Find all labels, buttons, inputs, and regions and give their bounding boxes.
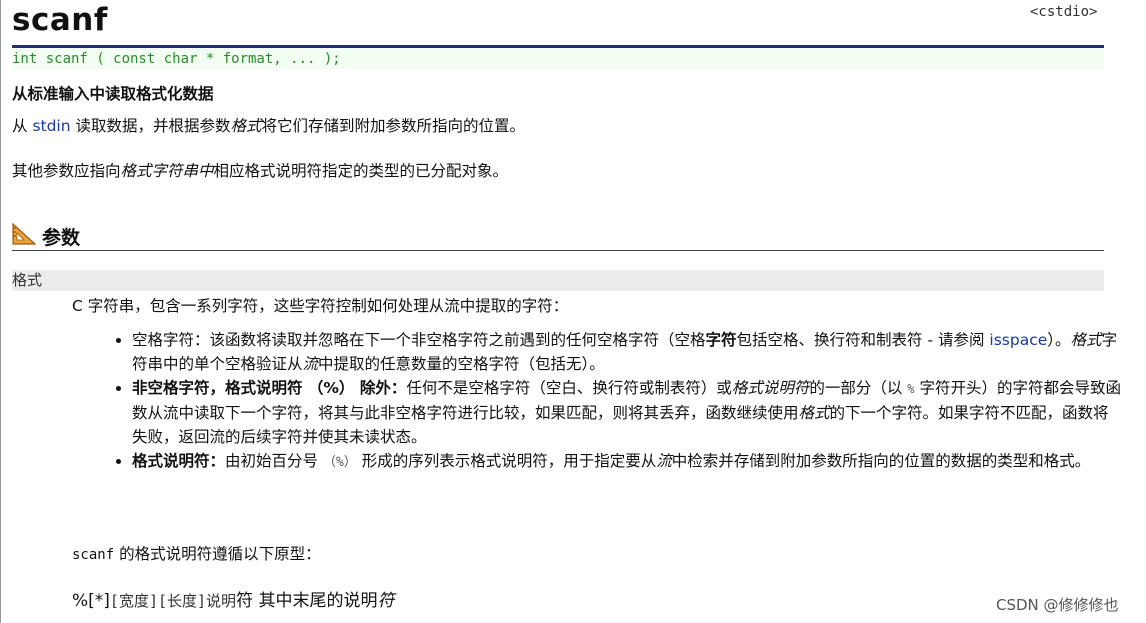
description-paragraph-2: 其他参数应指向格式字符串中相应格式说明符指定的类型的已分配对象。 <box>12 162 509 180</box>
param-name-row: 格式 <box>12 270 1104 291</box>
description-paragraph-1: 从 stdin 读取数据，并根据参数格式将它们存储到附加参数所指向的位置。 <box>12 117 526 135</box>
section-title: 参数 <box>42 227 81 249</box>
list-item-format-specifiers: 格式说明符：由初始百分号 （%） 形成的序列表示格式说明符，用于指定要从流中检索… <box>132 449 1122 475</box>
summary: 从标准输入中读取格式化数据 <box>12 85 214 103</box>
left-border <box>0 0 1 623</box>
param-description: C 字符串，包含一系列字符，这些字符控制如何处理从流中提取的字符： <box>72 297 569 315</box>
isspace-link[interactable]: isspace <box>989 331 1047 349</box>
format-rules-list: 空格字符：该函数将读取并忽略在下一个非空格字符之前遇到的任何空格字符（空格字符包… <box>108 328 1122 475</box>
ruler-triangle-icon <box>12 222 37 250</box>
list-item-whitespace: 空格字符：该函数将读取并忽略在下一个非空格字符之前遇到的任何空格字符（空格字符包… <box>132 328 1122 376</box>
prototype-intro: scanf 的格式说明符遵循以下原型： <box>72 545 321 563</box>
section-rule <box>12 250 1104 251</box>
watermark: CSDN @修修修也 <box>996 596 1119 614</box>
section-header-parameters: 参数 <box>12 222 81 250</box>
list-item-non-whitespace: 非空格字符，格式说明符 （%） 除外：任何不是空格字符（空白、换行符或制表符）或… <box>132 376 1122 449</box>
page-title: scanf <box>12 2 108 38</box>
function-prototype: int scanf ( const char * format, ... ); <box>12 48 1104 70</box>
header-tag: <cstdio> <box>1030 4 1098 20</box>
format-specifier-prototype: %[*][宽度][长度]说明符 其中末尾的说明符 <box>72 591 395 611</box>
stdin-link[interactable]: stdin <box>32 117 70 135</box>
